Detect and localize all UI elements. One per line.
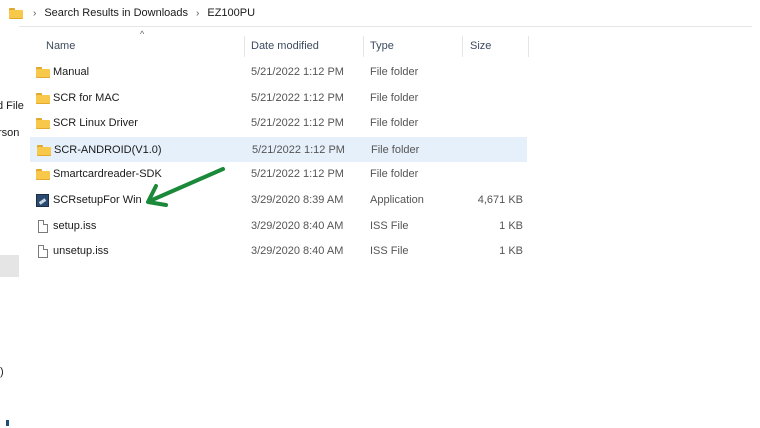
nav-item-fragment[interactable]: d File (0, 100, 24, 112)
nav-item-selected[interactable] (0, 255, 19, 277)
folder-icon (36, 168, 50, 182)
column-divider[interactable] (528, 36, 529, 57)
file-icon (36, 245, 50, 259)
file-date: 5/21/2022 1:12 PM (252, 143, 345, 156)
nav-item-fragment[interactable]: :) (0, 366, 4, 378)
file-size: 1 KB (499, 245, 523, 258)
file-type: Application (370, 193, 424, 206)
file-date: 3/29/2020 8:39 AM (251, 193, 344, 206)
breadcrumb-search-results[interactable]: Search Results in Downloads (44, 7, 188, 19)
file-name: SCRsetupFor Win (53, 193, 142, 206)
file-row[interactable]: SCR Linux Driver 5/21/2022 1:12 PM File … (30, 111, 527, 137)
file-date: 3/29/2020 8:40 AM (251, 219, 344, 232)
nav-item-marker (6, 420, 9, 426)
chevron-right-icon: › (33, 7, 37, 19)
breadcrumb-ez100pu[interactable]: EZ100PU (207, 7, 255, 19)
folder-icon (36, 92, 50, 106)
file-row[interactable]: SCRsetupFor Win 3/29/2020 8:39 AM Applic… (30, 188, 527, 214)
file-type: File folder (370, 66, 419, 78)
file-date: 5/21/2022 1:12 PM (251, 66, 344, 78)
file-date: 5/21/2022 1:12 PM (251, 168, 344, 181)
file-size: 4,671 KB (477, 193, 523, 206)
file-name: SCR for MAC (53, 91, 120, 104)
column-size[interactable]: Size (470, 34, 491, 59)
file-name: SCR Linux Driver (53, 117, 138, 130)
file-name: unsetup.iss (53, 245, 109, 258)
column-header: ^ Name Date modified Type Size (30, 29, 530, 59)
column-divider[interactable] (363, 36, 364, 57)
file-icon (36, 219, 50, 234)
file-row[interactable]: SCR for MAC 5/21/2022 1:12 PM File folde… (30, 86, 527, 112)
chevron-right-icon: › (196, 7, 200, 19)
file-date: 3/29/2020 8:40 AM (251, 245, 344, 258)
file-date: 5/21/2022 1:12 PM (251, 117, 344, 130)
file-name: Manual (53, 66, 90, 78)
file-type: ISS File (370, 245, 409, 258)
file-row[interactable]: Smartcardreader-SDK 5/21/2022 1:12 PM Fi… (30, 162, 527, 188)
column-divider[interactable] (244, 36, 245, 57)
file-row[interactable]: setup.iss 3/29/2020 8:40 AM ISS File 1 K… (30, 214, 527, 240)
column-date-modified[interactable]: Date modified (251, 34, 319, 59)
column-divider[interactable] (462, 36, 463, 57)
file-row[interactable]: Manual 5/21/2022 1:12 PM File folder (30, 60, 527, 86)
file-name: setup.iss (53, 219, 97, 232)
column-type[interactable]: Type (370, 34, 394, 59)
file-type: File folder (370, 168, 419, 181)
annotation-arrow-icon (146, 167, 225, 207)
nav-item-fragment[interactable]: rson (0, 127, 19, 139)
file-name: SCR-ANDROID(V1.0) (54, 143, 162, 156)
address-bar[interactable]: › Search Results in Downloads › EZ100PU (0, 0, 752, 27)
folder-icon (37, 144, 51, 158)
file-type: File folder (371, 143, 420, 156)
file-type: ISS File (370, 219, 409, 232)
file-size: 1 KB (499, 219, 523, 232)
file-date: 5/21/2022 1:12 PM (251, 91, 344, 104)
sort-ascending-icon: ^ (140, 29, 145, 39)
file-row-selected[interactable]: SCR-ANDROID(V1.0) 5/21/2022 1:12 PM File… (30, 136, 527, 163)
file-row[interactable]: unsetup.iss 3/29/2020 8:40 AM ISS File 1… (30, 239, 527, 265)
file-list: Manual 5/21/2022 1:12 PM File folder SCR… (30, 60, 527, 265)
application-icon (36, 193, 50, 208)
folder-icon (9, 7, 25, 19)
folder-icon (36, 117, 50, 131)
file-type: File folder (370, 117, 419, 130)
navigation-pane: d File rson :) (0, 26, 24, 428)
file-type: File folder (370, 91, 419, 104)
folder-icon (36, 66, 50, 80)
column-name[interactable]: Name (46, 34, 75, 59)
